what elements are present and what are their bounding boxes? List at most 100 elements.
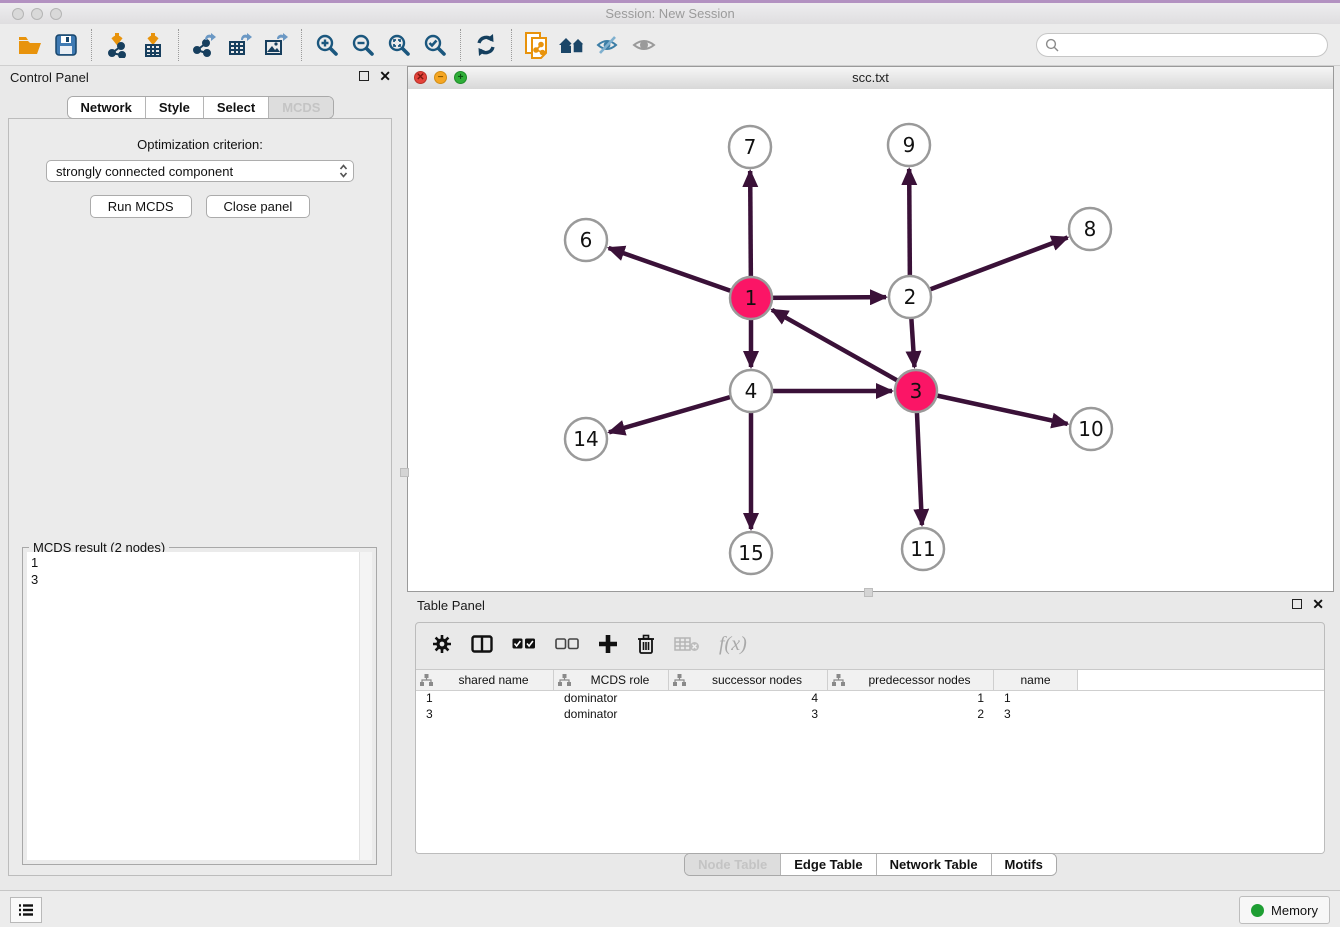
cell-successor-nodes[interactable]: 3 <box>669 707 828 723</box>
select-stepper-icon <box>338 163 349 179</box>
svg-text:15: 15 <box>738 541 763 565</box>
search-field[interactable] <box>1036 33 1328 57</box>
tab-edge-table[interactable]: Edge Table <box>780 854 875 875</box>
optimization-criterion-label: Optimization criterion: <box>9 137 391 152</box>
mcds-result-group: MCDS result (2 nodes) 1 3 <box>22 547 377 865</box>
cell-mcds-role[interactable]: dominator <box>554 691 669 707</box>
tab-network[interactable]: Network <box>68 97 145 118</box>
tab-select[interactable]: Select <box>203 97 268 118</box>
clone-network-button[interactable] <box>519 28 555 62</box>
graph-node-14[interactable]: 14 <box>565 418 607 460</box>
column-header-name[interactable]: name <box>994 670 1078 690</box>
select-all-button[interactable] <box>512 638 536 650</box>
graph-node-4[interactable]: 4 <box>730 370 772 412</box>
zoom-fit-button[interactable] <box>381 28 417 62</box>
tab-style[interactable]: Style <box>145 97 203 118</box>
tab-mcds[interactable]: MCDS <box>268 97 333 118</box>
vertical-splitter-handle[interactable] <box>400 468 409 477</box>
cell-name[interactable]: 3 <box>994 707 1078 723</box>
list-icon <box>18 903 34 917</box>
table-row[interactable]: 3dominator323 <box>416 707 1324 723</box>
save-session-button[interactable] <box>48 28 84 62</box>
toolbar-separator <box>511 29 512 61</box>
column-header-predecessor-nodes[interactable]: predecessor nodes <box>828 670 994 690</box>
table-toolbar: f(x) <box>416 623 1324 665</box>
zoom-selected-button[interactable] <box>417 28 453 62</box>
optimization-criterion-select[interactable]: strongly connected component <box>46 160 354 182</box>
control-panel: Control Panel ✕ NetworkStyleSelectMCDS O… <box>0 66 401 890</box>
table-settings-button[interactable] <box>432 634 452 654</box>
clone-network-icon <box>524 31 550 59</box>
mcds-result-text: 1 3 <box>27 552 359 860</box>
export-network-button[interactable] <box>186 28 222 62</box>
export-image-button[interactable] <box>258 28 294 62</box>
float-table-panel-icon[interactable] <box>1292 599 1302 609</box>
graph-node-1[interactable]: 1 <box>730 277 772 319</box>
tab-network-table[interactable]: Network Table <box>876 854 991 875</box>
cell-mcds-role[interactable]: dominator <box>554 707 669 723</box>
export-network-icon <box>191 32 217 58</box>
import-network-button[interactable] <box>99 28 135 62</box>
zoom-in-button[interactable] <box>309 28 345 62</box>
column-header-mcds-role[interactable]: MCDS role <box>554 670 669 690</box>
hide-selected-button[interactable] <box>591 28 627 62</box>
graph-node-7[interactable]: 7 <box>729 126 771 168</box>
graph-node-15[interactable]: 15 <box>730 532 772 574</box>
close-panel-icon[interactable]: ✕ <box>379 71 391 81</box>
edge-3-1[interactable] <box>772 310 916 391</box>
network-window-titlebar: ✕ − + scc.txt <box>408 67 1333 90</box>
homes-icon <box>558 34 588 56</box>
export-table-button[interactable] <box>222 28 258 62</box>
graph-node-8[interactable]: 8 <box>1069 208 1111 250</box>
column-type-icon <box>420 674 433 686</box>
show-all-button[interactable] <box>627 28 663 62</box>
graph-node-6[interactable]: 6 <box>565 219 607 261</box>
float-panel-icon[interactable] <box>359 71 369 81</box>
network-view-window: ✕ − + scc.txt 7 9 6 8 1 2 4 3 14 10 15 11 <box>407 66 1334 592</box>
cell-successor-nodes[interactable]: 4 <box>669 691 828 707</box>
graph-node-3[interactable]: 3 <box>895 370 937 412</box>
cell-predecessor-nodes[interactable]: 2 <box>828 707 994 723</box>
result-scrollbar[interactable] <box>359 552 372 860</box>
memory-button[interactable]: Memory <box>1239 896 1330 924</box>
graph-node-10[interactable]: 10 <box>1070 408 1112 450</box>
close-table-panel-icon[interactable]: ✕ <box>1312 599 1324 609</box>
graph-node-2[interactable]: 2 <box>889 276 931 318</box>
zoom-selected-icon <box>423 33 447 57</box>
first-neighbors-button[interactable] <box>555 28 591 62</box>
cell-predecessor-nodes[interactable]: 1 <box>828 691 994 707</box>
zoom-out-button[interactable] <box>345 28 381 62</box>
edge-1-6[interactable] <box>609 248 751 298</box>
edge-3-10[interactable] <box>916 391 1068 424</box>
delete-column-button[interactable] <box>637 634 655 654</box>
cell-shared-name[interactable]: 1 <box>416 691 554 707</box>
task-history-button[interactable] <box>10 897 42 923</box>
cell-name[interactable]: 1 <box>994 691 1078 707</box>
open-session-button[interactable] <box>12 28 48 62</box>
graph-node-11[interactable]: 11 <box>902 528 944 570</box>
column-header-successor-nodes[interactable]: successor nodes <box>669 670 828 690</box>
svg-text:7: 7 <box>744 135 757 159</box>
plus-icon <box>598 634 618 654</box>
table-panel-tabs: Node TableEdge TableNetwork TableMotifs <box>684 853 1057 876</box>
tab-node-table[interactable]: Node Table <box>685 854 780 875</box>
close-panel-button[interactable]: Close panel <box>206 195 311 218</box>
import-table-button[interactable] <box>135 28 171 62</box>
column-header-shared-name[interactable]: shared name <box>416 670 554 690</box>
run-mcds-button[interactable]: Run MCDS <box>90 195 192 218</box>
apply-style-button[interactable] <box>468 28 504 62</box>
toggle-panel-layout-button[interactable] <box>471 635 493 653</box>
add-column-button[interactable] <box>598 634 618 654</box>
search-input[interactable] <box>1065 36 1319 53</box>
function-builder-button: f(x) <box>719 633 747 656</box>
deselect-all-button[interactable] <box>555 638 579 650</box>
network-canvas[interactable]: 7 9 6 8 1 2 4 3 14 10 15 11 <box>408 89 1333 591</box>
memory-label: Memory <box>1271 903 1318 918</box>
eye-hide-icon <box>595 34 623 56</box>
edge-2-8[interactable] <box>910 237 1068 297</box>
delete-table-icon <box>674 636 700 652</box>
cell-shared-name[interactable]: 3 <box>416 707 554 723</box>
graph-node-9[interactable]: 9 <box>888 124 930 166</box>
tab-motifs[interactable]: Motifs <box>991 854 1056 875</box>
table-row[interactable]: 1dominator411 <box>416 691 1324 707</box>
